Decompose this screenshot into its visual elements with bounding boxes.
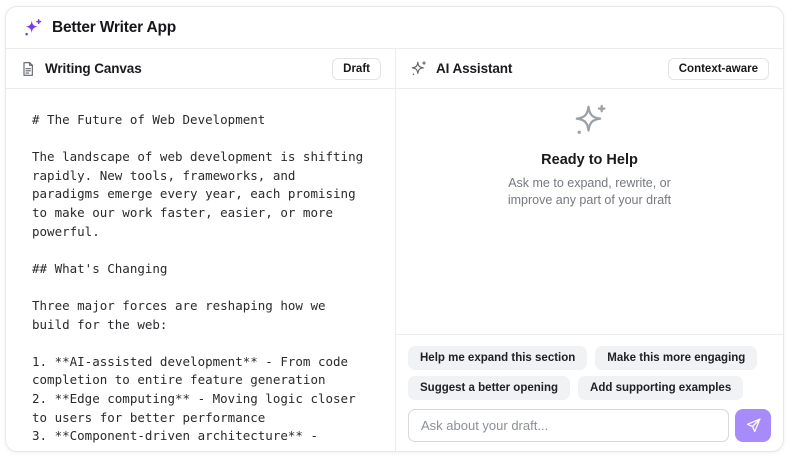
sparkle-large-icon <box>572 102 608 138</box>
writing-canvas-editor[interactable]: # The Future of Web Development The land… <box>6 89 395 451</box>
send-button[interactable] <box>735 409 771 442</box>
writing-canvas-title: Writing Canvas <box>45 61 142 76</box>
assistant-empty-state: Ready to Help Ask me to expand, rewrite,… <box>508 102 671 209</box>
app-header: Better Writer App <box>6 7 783 49</box>
ask-input-row <box>408 409 771 442</box>
suggestion-chips: Help me expand this section Make this mo… <box>408 346 771 400</box>
document-icon <box>20 61 36 77</box>
context-aware-badge: Context-aware <box>668 58 769 80</box>
send-icon <box>745 417 762 434</box>
suggestion-chip-expand-section[interactable]: Help me expand this section <box>408 346 587 370</box>
assistant-body: Ready to Help Ask me to expand, rewrite,… <box>396 89 783 334</box>
app-window: Better Writer App Writing Canvas Draft #… <box>5 6 784 452</box>
page: Better Writer App Writing Canvas Draft #… <box>0 0 789 460</box>
app-logo-sparkle-icon <box>23 18 42 37</box>
main-panels: Writing Canvas Draft # The Future of Web… <box>6 49 783 451</box>
writing-canvas-header: Writing Canvas Draft <box>6 49 395 89</box>
assistant-footer: Help me expand this section Make this mo… <box>396 334 783 451</box>
ai-assistant-header: AI Assistant Context-aware <box>396 49 783 89</box>
suggestion-chip-better-opening[interactable]: Suggest a better opening <box>408 376 570 400</box>
ai-assistant-title: AI Assistant <box>436 61 512 76</box>
empty-state-title: Ready to Help <box>508 152 671 168</box>
suggestion-chip-more-engaging[interactable]: Make this more engaging <box>595 346 757 370</box>
ai-assistant-panel: AI Assistant Context-aware Ready to Help <box>396 49 783 451</box>
writing-canvas-panel: Writing Canvas Draft # The Future of Web… <box>6 49 396 451</box>
draft-badge: Draft <box>332 58 381 80</box>
ask-draft-input[interactable] <box>408 409 729 442</box>
suggestion-chip-supporting-examples[interactable]: Add supporting examples <box>578 376 743 400</box>
app-title: Better Writer App <box>52 19 176 37</box>
empty-state-subtitle: Ask me to expand, rewrite, or improve an… <box>508 175 671 209</box>
sparkle-icon <box>410 60 427 77</box>
